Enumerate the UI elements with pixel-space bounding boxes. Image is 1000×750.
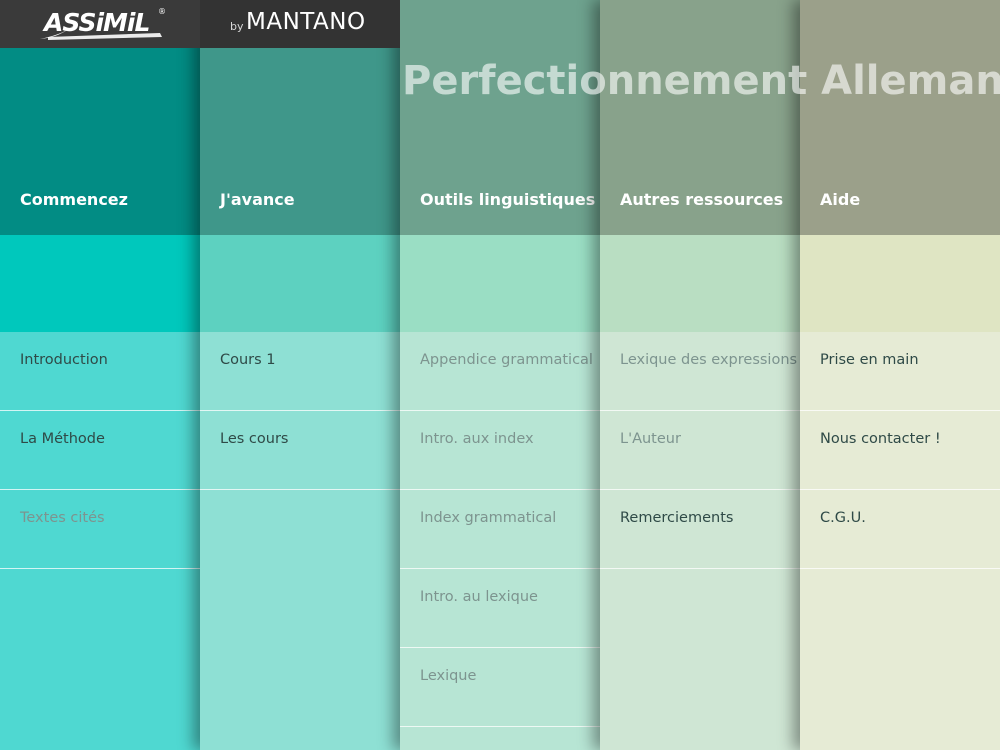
menu-item-label: Intro. aux index bbox=[420, 431, 534, 447]
column-band bbox=[800, 235, 1000, 332]
menu-item-prise-en-main[interactable]: Prise en main bbox=[800, 332, 1000, 411]
column-header-autres-ressources[interactable]: Autres ressources bbox=[620, 190, 783, 209]
menu-item-index-grammatical[interactable]: Index grammatical bbox=[400, 490, 600, 569]
menu-item-remerciements[interactable]: Remerciements bbox=[600, 490, 800, 569]
menu-item-label: Textes cités bbox=[20, 510, 105, 526]
by-label: by bbox=[230, 20, 244, 33]
mantano-logo-bar: by MANTANO bbox=[200, 0, 400, 48]
menu-item-nous-contacter[interactable]: Nous contacter ! bbox=[800, 411, 1000, 490]
menu-item-label: Prise en main bbox=[820, 352, 919, 368]
menu-item-introduction[interactable]: Introduction bbox=[0, 332, 200, 411]
menu-item-label: C.G.U. bbox=[820, 510, 866, 526]
menu-item-label: Les cours bbox=[220, 431, 289, 447]
column-commencez: Commencez Introduction La Méthode Textes… bbox=[0, 0, 200, 750]
menu-item-lexique-des-expressions[interactable]: Lexique des expressions bbox=[600, 332, 800, 411]
menu-item-intro-au-lexique[interactable]: Intro. au lexique bbox=[400, 569, 600, 648]
menu-item-label: Remerciements bbox=[620, 510, 734, 526]
menu-item-intro-aux-index[interactable]: Intro. aux index bbox=[400, 411, 600, 490]
menu-item-label: L'Auteur bbox=[620, 431, 681, 447]
menu-item-textes-cites[interactable]: Textes cités bbox=[0, 490, 200, 569]
menu-item-la-methode[interactable]: La Méthode bbox=[0, 411, 200, 490]
menu-item-label: Nous contacter ! bbox=[820, 431, 941, 447]
column-javance: J'avance Cours 1 Les cours bbox=[200, 0, 400, 750]
column-header-aide[interactable]: Aide bbox=[820, 190, 860, 209]
assimil-logo: ASSiMiL bbox=[44, 8, 150, 37]
column-header-commencez[interactable]: Commencez bbox=[20, 190, 128, 209]
assimil-logo-bar: ASSiMiL ® bbox=[0, 0, 200, 48]
column-header-outils-linguistiques[interactable]: Outils linguistiques bbox=[420, 190, 595, 209]
column-band bbox=[0, 235, 200, 332]
menu-item-cours-1[interactable]: Cours 1 bbox=[200, 332, 400, 411]
column-band bbox=[200, 235, 400, 332]
menu-item-lexique[interactable]: Lexique bbox=[400, 648, 600, 727]
menu-item-label: Cours 1 bbox=[220, 352, 276, 368]
page-title: Perfectionnement Allemand bbox=[402, 58, 1000, 104]
menu-item-label: La Méthode bbox=[20, 431, 105, 447]
mantano-logo: MANTANO bbox=[246, 9, 366, 35]
column-aide: Aide Prise en main Nous contacter ! C.G.… bbox=[800, 0, 1000, 750]
column-header-javance[interactable]: J'avance bbox=[220, 190, 295, 209]
menu-item-label: Appendice grammatical bbox=[420, 352, 593, 368]
menu-item-label: Intro. au lexique bbox=[420, 589, 538, 605]
menu-item-cgu[interactable]: C.G.U. bbox=[800, 490, 1000, 569]
menu-item-les-cours[interactable]: Les cours bbox=[200, 411, 400, 490]
column-band bbox=[600, 235, 800, 332]
menu-item-l-auteur[interactable]: L'Auteur bbox=[600, 411, 800, 490]
column-autres-ressources: Autres ressources Lexique des expression… bbox=[600, 0, 800, 750]
menu-item-label: Index grammatical bbox=[420, 510, 557, 526]
column-outils-linguistiques: Outils linguistiques Appendice grammatic… bbox=[400, 0, 600, 750]
menu-item-label: Lexique des expressions bbox=[620, 352, 798, 368]
registered-mark: ® bbox=[158, 7, 166, 16]
menu-item-appendice-grammatical[interactable]: Appendice grammatical bbox=[400, 332, 600, 411]
menu-item-label: Lexique bbox=[420, 668, 477, 684]
column-band bbox=[400, 235, 600, 332]
menu-item-label: Introduction bbox=[20, 352, 108, 368]
